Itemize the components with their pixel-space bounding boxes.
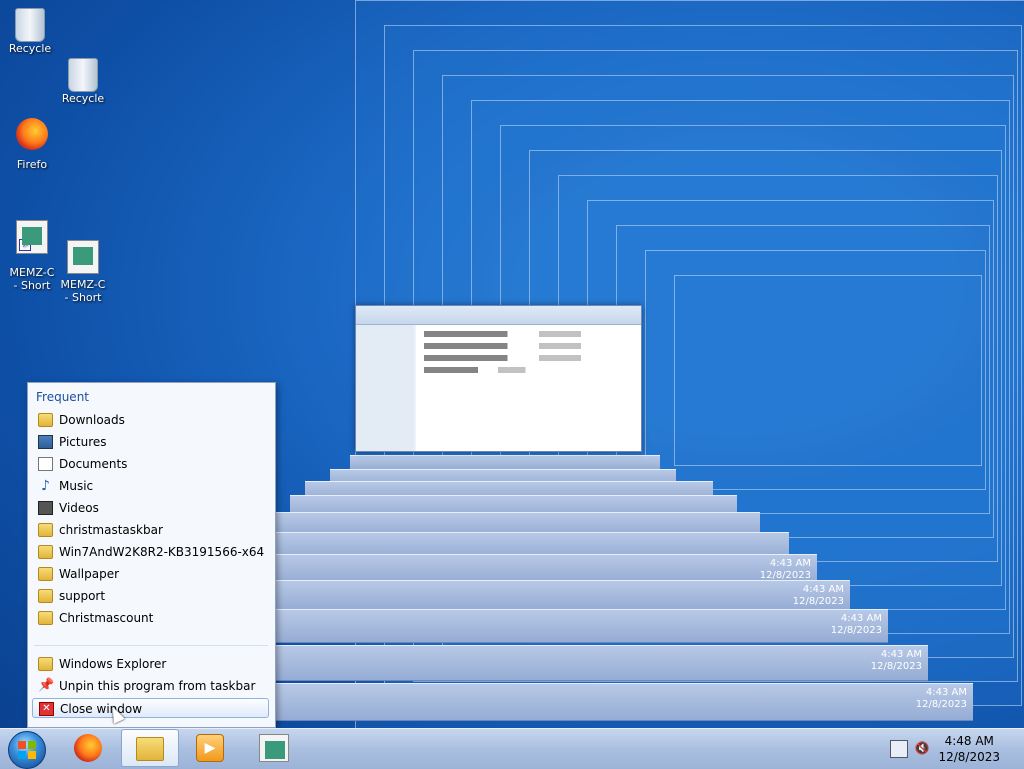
jump-list-item-label: Win7AndW2K8R2-KB3191566-x64 bbox=[59, 545, 265, 559]
jump-list-task-label: Unpin this program from taskbar bbox=[59, 679, 256, 693]
start-button[interactable] bbox=[8, 731, 46, 769]
explorer-nav-pane bbox=[356, 325, 414, 451]
memz-label-line1: MEMZ-C bbox=[60, 278, 106, 291]
memz-shortcut-icon: ↗ bbox=[16, 220, 48, 254]
jump-list-item-support[interactable]: support bbox=[32, 586, 269, 606]
jump-list-item-label: Christmascount bbox=[59, 611, 154, 625]
jump-list-item-documents[interactable]: Documents bbox=[32, 454, 269, 474]
taskbar-memz-button[interactable] bbox=[245, 729, 303, 767]
windows-explorer-icon bbox=[38, 657, 53, 671]
jump-list-item-label: Wallpaper bbox=[59, 567, 120, 581]
jump-list-item-label: Videos bbox=[59, 501, 99, 515]
folder-icon bbox=[38, 545, 53, 559]
jump-list-task-windows-explorer[interactable]: Windows Explorer bbox=[32, 654, 269, 674]
documents-icon bbox=[38, 457, 53, 471]
jump-list-item-label: christmastaskbar bbox=[59, 523, 163, 537]
jump-list-separator bbox=[34, 645, 268, 646]
shortcut-arrow-icon: ↗ bbox=[19, 239, 31, 251]
jump-list-task-unpin[interactable]: 📌 Unpin this program from taskbar bbox=[32, 676, 269, 696]
memz-label-line2: - Short bbox=[13, 279, 51, 292]
jump-list-item-pictures[interactable]: Pictures bbox=[32, 432, 269, 452]
folder-icon bbox=[38, 611, 53, 625]
tunnel-echo-taskbar: 4:43 AM 12/8/2023 bbox=[230, 645, 928, 681]
jump-list-item-christmascount[interactable]: Christmascount bbox=[32, 608, 269, 628]
jump-list-item-label: Documents bbox=[59, 457, 128, 471]
jump-list-header: Frequent bbox=[36, 390, 89, 404]
taskbar-clock[interactable]: 4:48 AM 12/8/2023 bbox=[938, 733, 1000, 765]
recycle-bin-icon bbox=[68, 58, 98, 92]
volume-muted-icon[interactable]: 🔇 bbox=[914, 740, 930, 756]
jump-list-item-downloads[interactable]: Downloads bbox=[32, 410, 269, 430]
tunnel-echo-taskbar: 4:43 AM 12/8/2023 bbox=[245, 554, 817, 583]
tunnel-echo-taskbar: 4:43 AM 12/8/2023 bbox=[225, 683, 973, 721]
music-icon: ♪ bbox=[41, 478, 50, 494]
jump-list-item-wallpaper[interactable]: Wallpaper bbox=[32, 564, 269, 584]
tunnel-echo-clock: 4:43 AM 12/8/2023 bbox=[792, 584, 844, 607]
jump-list-item-label: Pictures bbox=[59, 435, 107, 449]
explorer-content-pane bbox=[416, 325, 641, 451]
firefox-icon bbox=[16, 118, 48, 150]
folder-icon bbox=[38, 523, 53, 537]
recycle-bin-label: Recycle bbox=[61, 92, 105, 105]
explorer-address-bar[interactable] bbox=[356, 306, 641, 325]
jump-list-task-label: Windows Explorer bbox=[59, 657, 167, 671]
firefox-icon bbox=[74, 734, 102, 762]
clock-time: 4:48 AM bbox=[944, 734, 994, 748]
tunnel-echo-clock: 4:43 AM 12/8/2023 bbox=[759, 558, 811, 581]
firefox-desktop-icon[interactable]: Firefo bbox=[4, 118, 60, 171]
tunnel-echo-taskbar: 4:43 AM 12/8/2023 bbox=[240, 580, 850, 611]
network-icon[interactable] bbox=[890, 740, 908, 758]
tunnel-echo-clock: 4:43 AM 12/8/2023 bbox=[870, 649, 922, 672]
recycle-bin-desktop-icon-echo[interactable]: Recycle bbox=[56, 58, 110, 105]
firefox-label: Firefo bbox=[16, 158, 48, 171]
taskbar-media-player-button[interactable]: ▶ bbox=[182, 729, 240, 767]
tunnel-echo-taskbar: 4:43 AM 12/8/2023 bbox=[235, 609, 888, 643]
jump-list-item-music[interactable]: ♪ Music bbox=[32, 476, 269, 496]
memz-label-line1: MEMZ-C bbox=[9, 266, 55, 279]
downloads-folder-icon bbox=[38, 413, 53, 427]
media-player-icon: ▶ bbox=[196, 734, 224, 762]
taskbar-explorer-button[interactable] bbox=[121, 729, 179, 767]
jump-list-item-label: Downloads bbox=[59, 413, 125, 427]
recycle-bin-icon bbox=[15, 8, 45, 42]
tunnel-echo-clock: 4:43 AM 12/8/2023 bbox=[915, 687, 967, 710]
jump-list-item-win7-update[interactable]: Win7AndW2K8R2-KB3191566-x64 bbox=[32, 542, 269, 562]
unpin-icon: 📌 bbox=[38, 678, 55, 693]
jump-list-item-label: support bbox=[59, 589, 106, 603]
tunnel-echo-clock: 4:43 AM 12/8/2023 bbox=[830, 613, 882, 636]
taskbar-jump-list: Frequent Downloads Pictures Documents ♪ … bbox=[27, 382, 276, 728]
windows-explorer-icon bbox=[136, 737, 164, 761]
clock-date: 12/8/2023 bbox=[938, 750, 1000, 764]
memz-label-line2: - Short bbox=[64, 291, 102, 304]
tunnel-echo-frame bbox=[674, 275, 982, 466]
jump-list-item-christmastaskbar[interactable]: christmastaskbar bbox=[32, 520, 269, 540]
jump-list-item-videos[interactable]: Videos bbox=[32, 498, 269, 518]
recycle-bin-label: Recycle bbox=[8, 42, 52, 55]
memz-icon bbox=[259, 734, 289, 762]
memz-shortcut-desktop-icon-echo[interactable]: MEMZ-C - Short bbox=[58, 240, 108, 304]
memz-shortcut-icon bbox=[67, 240, 99, 274]
jump-list-task-label: Close window bbox=[60, 702, 143, 716]
recycle-bin-desktop-icon[interactable]: Recycle bbox=[4, 8, 56, 55]
memz-shortcut-desktop-icon[interactable]: ↗ MEMZ-C - Short bbox=[2, 220, 62, 292]
close-window-icon: ✕ bbox=[39, 702, 54, 716]
jump-list-item-label: Music bbox=[59, 479, 94, 493]
taskbar-firefox-button[interactable] bbox=[60, 729, 118, 767]
windows-logo-icon bbox=[18, 741, 36, 759]
pictures-icon bbox=[38, 435, 53, 449]
folder-icon bbox=[38, 589, 53, 603]
jump-list-task-close-window[interactable]: ✕ Close window bbox=[32, 698, 269, 718]
videos-icon bbox=[38, 501, 53, 515]
folder-icon bbox=[38, 567, 53, 581]
explorer-window[interactable] bbox=[355, 305, 642, 452]
